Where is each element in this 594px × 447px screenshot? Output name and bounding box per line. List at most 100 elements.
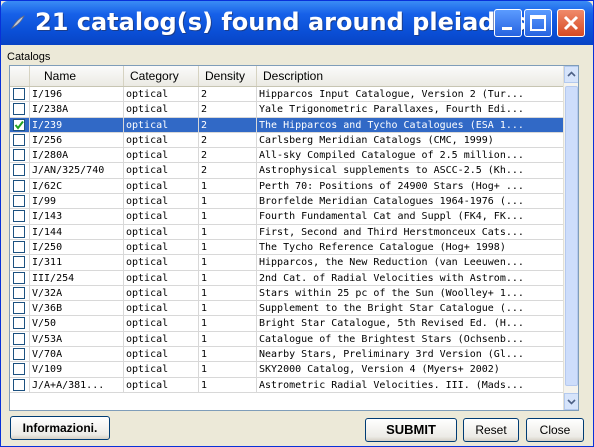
row-checkbox-cell[interactable] (10, 102, 30, 118)
row-description-cell: Stars within 25 pc of the Sun (Woolley+ … (259, 287, 524, 299)
column-header-description[interactable]: Description (257, 66, 563, 86)
table-row[interactable]: J/AN/325/740 optical 2 Astrophysical supple… (10, 163, 563, 179)
row-description-cell: The Hipparcos and Tycho Catalogues (ESA … (259, 119, 524, 131)
row-name-cell: V/53A (30, 331, 124, 347)
row-checkbox[interactable] (13, 195, 25, 208)
row-checkbox-cell[interactable] (10, 255, 30, 271)
row-checkbox[interactable] (13, 332, 25, 345)
row-description-cell: Astrometric Radial Velocities. III. (Mad… (259, 379, 524, 391)
table-row[interactable]: I/238A optical 2 Yale Trigonometric Paralla… (10, 102, 563, 118)
row-checkbox[interactable] (13, 133, 25, 146)
table-row[interactable]: III/254 optical 1 2nd Cat. of Radial Veloci… (10, 270, 563, 286)
table-row[interactable]: I/99 optical 1 Brorfelde Meridian Catalogue… (10, 194, 563, 210)
row-checkbox-cell[interactable] (10, 224, 30, 240)
column-header-density[interactable]: Density (199, 66, 257, 86)
row-checkbox[interactable] (13, 363, 25, 376)
row-description-cell: Hipparcos Input Catalogue, Version 2 (Tu… (259, 89, 524, 100)
vertical-scrollbar[interactable] (563, 66, 578, 410)
row-checkbox-cell[interactable] (10, 377, 30, 393)
table-row[interactable]: V/50 optical 1 Bright Star Catalogue, 5th R… (10, 316, 563, 332)
row-checkbox-cell[interactable] (10, 163, 30, 179)
row-name-cell: I/62C (30, 178, 124, 194)
row-checkbox[interactable] (13, 317, 25, 330)
submit-button[interactable]: SUBMIT (365, 418, 457, 442)
row-category-cell: optical (124, 102, 199, 118)
row-checkbox-cell[interactable] (10, 285, 30, 301)
table-row[interactable]: V/70A optical 1 Nearby Stars, Preliminary 3… (10, 347, 563, 363)
table-row[interactable]: J/A+A/381... optical 1 Astrometric Radial V… (10, 377, 563, 393)
row-checkbox[interactable] (13, 118, 25, 131)
row-checkbox[interactable] (13, 103, 25, 116)
close-button[interactable]: Close (526, 418, 584, 442)
column-header-select[interactable] (10, 66, 30, 86)
row-checkbox-cell[interactable] (10, 87, 30, 102)
scroll-down-button[interactable] (564, 393, 578, 410)
row-checkbox[interactable] (13, 302, 25, 315)
reset-button[interactable]: Reset (463, 418, 519, 442)
row-checkbox-cell[interactable] (10, 316, 30, 332)
row-name-cell: J/A+A/381... (30, 377, 124, 393)
close-window-button[interactable] (557, 9, 585, 37)
table-row[interactable]: I/239 optical 2 The Hipparcos and Tycho Cat… (10, 117, 563, 133)
table-row[interactable]: I/280A optical 2 All-sky Compiled Catalogue… (10, 148, 563, 164)
row-checkbox-cell[interactable] (10, 148, 30, 164)
row-checkbox[interactable] (13, 164, 25, 177)
row-checkbox-cell[interactable] (10, 301, 30, 317)
row-name-cell: I/99 (30, 194, 124, 210)
row-checkbox[interactable] (13, 179, 25, 192)
scroll-up-button[interactable] (564, 66, 578, 83)
row-category-cell: optical (124, 301, 199, 317)
row-checkbox[interactable] (13, 225, 25, 238)
title-bar[interactable]: 21 catalog(s) found around pleiades (1, 1, 593, 45)
row-checkbox-cell[interactable] (10, 194, 30, 210)
table-row[interactable]: I/62C optical 1 Perth 70: Positions of 2490… (10, 178, 563, 195)
row-checkbox-cell[interactable] (10, 209, 30, 225)
row-checkbox[interactable] (13, 378, 25, 391)
table-row[interactable]: V/53A optical 1 Catalogue of the Brightest … (10, 331, 563, 348)
table-row[interactable]: V/36B optical 1 Supplement to the Bright St… (10, 301, 563, 317)
row-name-cell: I/144 (30, 224, 124, 240)
minimize-button[interactable] (494, 9, 522, 37)
table-row[interactable]: I/143 optical 1 Fourth Fundamental Cat and … (10, 209, 563, 225)
row-category-cell: optical (124, 163, 199, 179)
row-density-cell: 1 (199, 347, 257, 363)
column-header-category[interactable]: Category (124, 66, 199, 86)
maximize-button[interactable] (524, 9, 552, 37)
row-checkbox-cell[interactable] (10, 178, 30, 194)
row-density-cell: 1 (199, 377, 257, 393)
table-row[interactable]: V/109 optical 1 SKY2000 Catalog, Version 4 … (10, 362, 563, 378)
row-checkbox[interactable] (13, 256, 25, 269)
row-checkbox[interactable] (13, 149, 25, 162)
row-checkbox[interactable] (13, 271, 25, 284)
row-category-cell: optical (124, 270, 199, 286)
row-checkbox-cell[interactable] (10, 270, 30, 286)
row-checkbox-cell[interactable] (10, 331, 30, 347)
row-checkbox-cell[interactable] (10, 362, 30, 378)
scrollbar-thumb[interactable] (565, 86, 578, 386)
row-checkbox-cell[interactable] (10, 239, 30, 255)
row-description-cell: The Tycho Reference Catalogue (Hog+ 1998… (259, 241, 506, 253)
row-checkbox[interactable] (13, 88, 25, 100)
row-checkbox-cell[interactable] (10, 132, 30, 148)
column-header-name[interactable]: Name (30, 66, 124, 86)
row-checkbox[interactable] (13, 210, 25, 223)
row-checkbox-cell[interactable] (10, 347, 30, 363)
row-name-cell: V/109 (30, 362, 124, 378)
row-name-cell: V/50 (30, 316, 124, 332)
row-density-cell: 1 (199, 178, 257, 194)
row-checkbox-cell[interactable] (10, 117, 30, 133)
table-row[interactable]: I/311 optical 1 Hipparcos, the New Reductio… (10, 255, 563, 271)
row-checkbox[interactable] (13, 286, 25, 299)
row-checkbox[interactable] (13, 348, 25, 361)
row-checkbox[interactable] (13, 240, 25, 253)
table-row[interactable]: I/256 optical 2 Carlsberg Meridian Catalogs… (10, 132, 563, 149)
table-row[interactable]: I/250 optical 1 The Tycho Reference Catalog… (10, 239, 563, 256)
row-category-cell: optical (124, 224, 199, 240)
row-description-cell: Nearby Stars, Preliminary 3rd Version (G… (259, 349, 524, 361)
table-row[interactable]: I/144 optical 1 First, Second and Third Her… (10, 224, 563, 240)
info-button[interactable]: Informazioni. (10, 416, 110, 440)
table-row[interactable]: V/32A optical 1 Stars within 25 pc of the S… (10, 285, 563, 302)
row-category-cell: optical (124, 194, 199, 210)
row-category-cell: optical (124, 239, 199, 255)
table-row[interactable]: I/196 optical 2 Hipparcos Input Catalogue, … (10, 87, 563, 103)
